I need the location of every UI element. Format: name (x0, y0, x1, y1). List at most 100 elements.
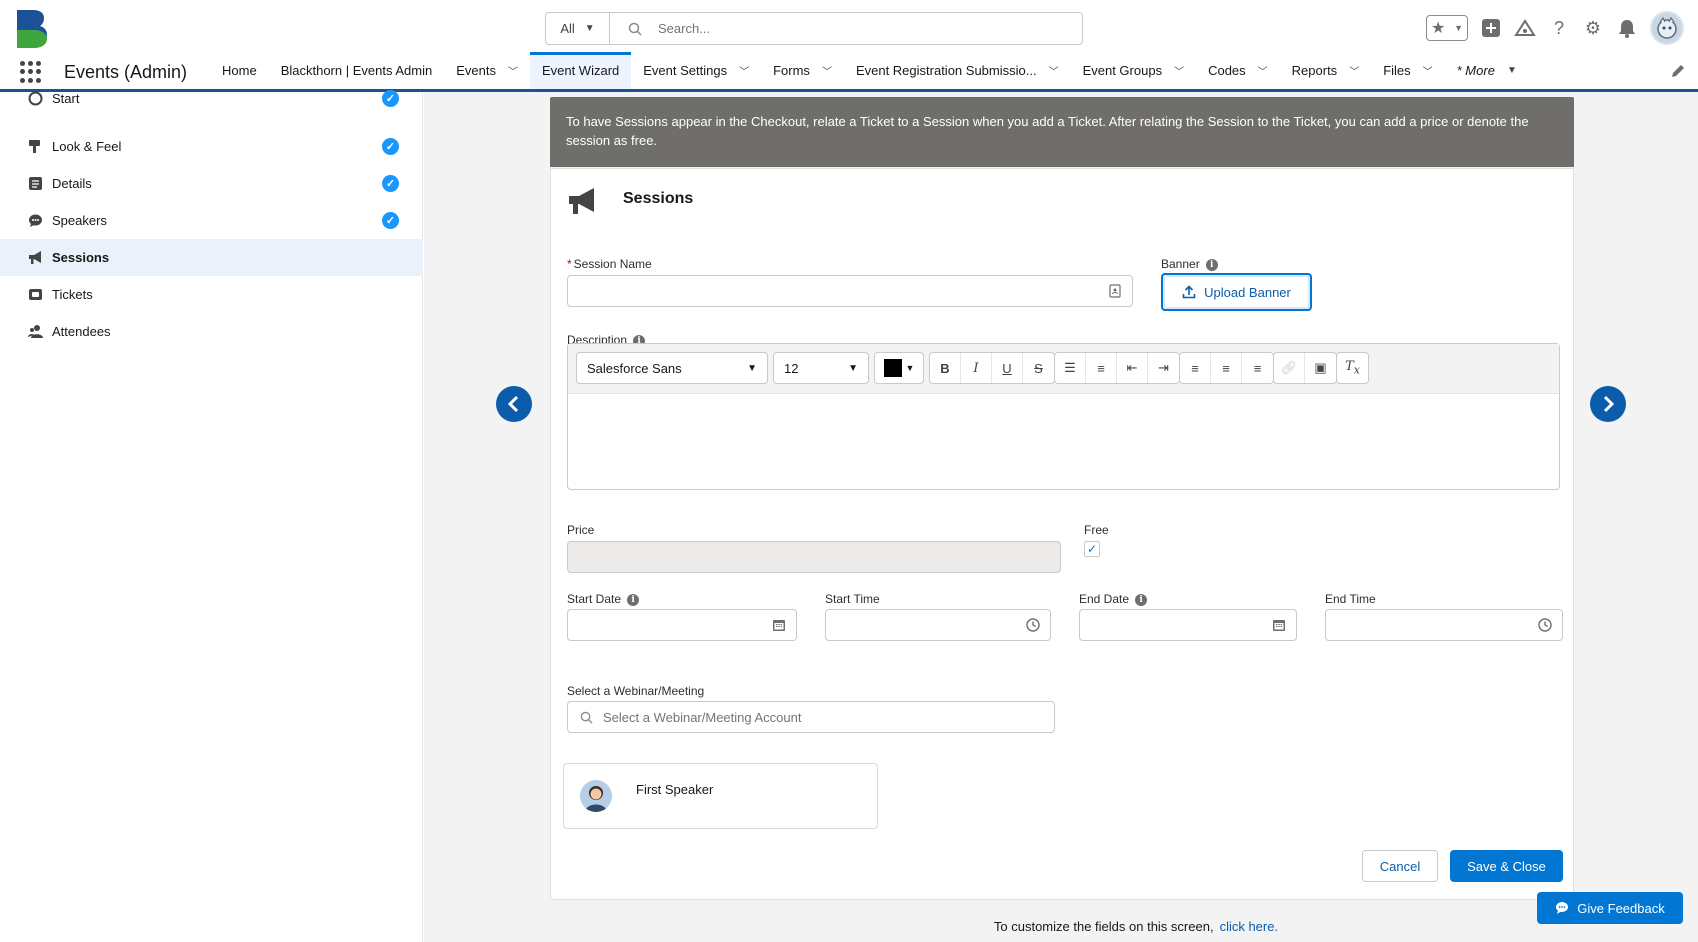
chevron-down-icon[interactable]: ﹀ (508, 63, 518, 78)
text-color-picker[interactable]: ▼ (874, 352, 924, 384)
search-input[interactable]: Search... (658, 21, 710, 36)
next-step-button[interactable] (1590, 386, 1626, 422)
header-actions: ★ ▼ ? ⚙ (1426, 8, 1684, 48)
free-label: Free (1084, 523, 1109, 537)
check-icon: ✓ (382, 90, 399, 107)
session-name-input[interactable] (567, 275, 1133, 307)
numbered-list-icon[interactable]: ≡ (1086, 353, 1117, 383)
tab-event-settings[interactable]: Event Settings ﹀ (631, 52, 761, 89)
chevron-down-icon[interactable]: ﹀ (1423, 63, 1433, 78)
tab-codes[interactable]: Codes ﹀ (1196, 52, 1280, 89)
chevron-down-icon[interactable]: ﹀ (1049, 63, 1059, 78)
caret-down-icon: ▼ (747, 362, 757, 374)
add-icon[interactable] (1480, 17, 1502, 39)
end-date-label: End Date i (1079, 592, 1148, 606)
align-right-icon[interactable]: ≡ (1242, 353, 1273, 383)
outdent-icon[interactable]: ⇤ (1117, 353, 1148, 383)
calendar-icon (1273, 620, 1285, 631)
contact-card-icon (1109, 284, 1121, 298)
blackthorn-logo[interactable] (14, 8, 50, 48)
end-date-input[interactable] (1079, 609, 1297, 641)
upload-icon (1182, 285, 1196, 299)
font-size-select[interactable]: 12 ▼ (773, 352, 869, 384)
tab-files[interactable]: Files ﹀ (1371, 52, 1444, 89)
bell-icon[interactable] (1616, 17, 1638, 39)
chevron-down-icon[interactable]: ﹀ (1258, 63, 1268, 78)
tab-reports[interactable]: Reports ﹀ (1280, 52, 1372, 89)
step-look-and-feel[interactable]: Look & Feel ✓ (0, 128, 423, 165)
gear-icon[interactable]: ⚙ (1582, 17, 1604, 39)
banner-label: Banner i (1161, 257, 1218, 271)
font-family-select[interactable]: Salesforce Sans ▼ (576, 352, 768, 384)
step-tickets[interactable]: Tickets (0, 276, 423, 313)
people-icon (28, 325, 43, 338)
price-label: Price (567, 523, 595, 537)
help-icon[interactable]: ? (1548, 17, 1570, 39)
list-group: ☰ ≡ ⇤ ⇥ (1054, 352, 1180, 384)
description-editor-area[interactable] (568, 394, 1559, 489)
speaker-card[interactable]: First Speaker (563, 763, 878, 829)
bold-icon[interactable]: B (930, 353, 961, 383)
info-icon[interactable]: i (1205, 258, 1218, 271)
step-start[interactable]: Start ✓ (0, 80, 423, 117)
pencil-icon[interactable] (1670, 63, 1686, 79)
give-feedback-button[interactable]: Give Feedback (1537, 892, 1683, 924)
webinar-account-lookup[interactable]: Select a Webinar/Meeting Account (567, 701, 1055, 733)
chat-icon (1556, 902, 1569, 914)
tab-more[interactable]: * More ▼ (1445, 52, 1529, 89)
align-group: ≡ ≡ ≡ (1179, 352, 1274, 384)
chevron-down-icon[interactable]: ﹀ (1349, 63, 1359, 78)
indent-icon[interactable]: ⇥ (1148, 353, 1179, 383)
color-swatch (883, 359, 902, 377)
step-sessions[interactable]: Sessions (0, 239, 423, 276)
favorites-button[interactable]: ★ ▼ (1426, 15, 1468, 41)
step-attendees[interactable]: Attendees (0, 313, 423, 350)
customize-fields-note: To customize the fields on this screen, c… (993, 919, 1279, 934)
tab-forms[interactable]: Forms ﹀ (761, 52, 844, 89)
chevron-down-icon[interactable]: ﹀ (1174, 63, 1184, 78)
step-speakers[interactable]: Speakers ✓ (0, 202, 423, 239)
align-left-icon[interactable]: ≡ (1180, 353, 1211, 383)
customize-fields-link[interactable]: click here. (1220, 919, 1279, 934)
info-icon[interactable]: i (627, 593, 640, 606)
clock-icon (1538, 618, 1552, 632)
info-icon[interactable]: i (1135, 593, 1148, 606)
tab-event-wizard[interactable]: Event Wizard (529, 52, 632, 89)
tab-event-registration-submissions[interactable]: Event Registration Submissio... ﹀ (844, 52, 1071, 89)
save-and-close-button[interactable]: Save & Close (1450, 850, 1563, 882)
ticket-icon (29, 289, 42, 300)
start-time-input[interactable] (825, 609, 1051, 641)
upload-banner-button[interactable]: Upload Banner (1161, 273, 1312, 311)
end-time-input[interactable] (1325, 609, 1563, 641)
user-avatar[interactable] (1650, 11, 1684, 45)
webinar-placeholder: Select a Webinar/Meeting Account (603, 709, 802, 725)
image-icon[interactable]: ▣ (1305, 353, 1336, 383)
step-details[interactable]: Details ✓ (0, 165, 423, 202)
underline-icon[interactable]: U (992, 353, 1023, 383)
chevron-down-icon[interactable]: ﹀ (739, 63, 749, 78)
link-icon[interactable]: 🔗︎ (1274, 353, 1305, 383)
star-icon: ★ (1431, 20, 1446, 37)
megaphone-icon (29, 251, 41, 264)
cancel-button[interactable]: Cancel (1362, 850, 1438, 882)
search-scope-select[interactable]: All ▼ (546, 13, 610, 44)
chevron-down-icon[interactable]: ﹀ (822, 63, 832, 78)
start-date-input[interactable] (567, 609, 797, 641)
clear-formatting-icon[interactable]: Tx (1337, 353, 1368, 383)
previous-step-button[interactable] (496, 386, 532, 422)
trailhead-icon[interactable] (1514, 17, 1536, 39)
align-center-icon[interactable]: ≡ (1211, 353, 1242, 383)
global-search[interactable]: All ▼ Search... (545, 12, 1083, 45)
clear-group: Tx (1336, 352, 1369, 384)
end-time-label: End Time (1325, 592, 1376, 606)
strikethrough-icon[interactable]: S (1023, 353, 1054, 383)
italic-icon[interactable]: I (961, 353, 992, 383)
wizard-main: To have Sessions appear in the Checkout,… (424, 92, 1698, 942)
bulleted-list-icon[interactable]: ☰ (1055, 353, 1086, 383)
description-rich-text-editor: Salesforce Sans ▼ 12 ▼ ▼ B I U S ☰ ≡ ⇤ ⇥… (567, 343, 1560, 490)
free-checkbox[interactable]: ✓ (1084, 541, 1100, 557)
tab-events[interactable]: Events ﹀ (444, 52, 530, 89)
calendar-icon (773, 620, 785, 631)
tab-event-groups[interactable]: Event Groups ﹀ (1071, 52, 1197, 89)
webinar-label: Select a Webinar/Meeting (567, 684, 705, 698)
